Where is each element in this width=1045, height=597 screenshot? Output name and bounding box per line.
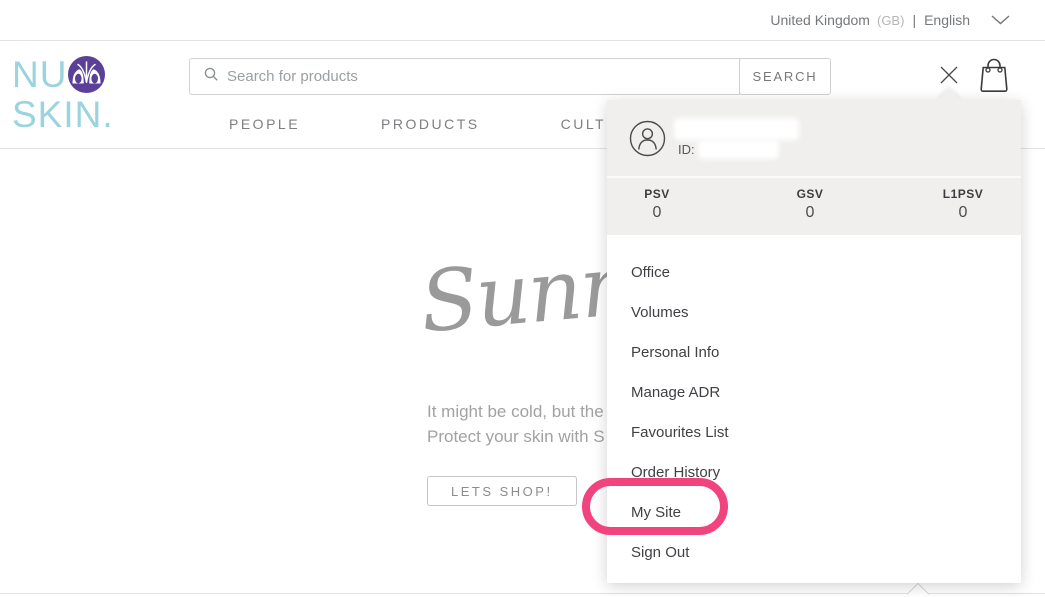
menu-item-volumes[interactable]: Volumes <box>607 293 1021 333</box>
logo-text-line1: NU <box>12 58 67 91</box>
menu-item-sign-out[interactable]: Sign Out <box>607 533 1021 573</box>
menu-item-order-history[interactable]: Order History <box>607 453 1021 493</box>
search-input[interactable] <box>227 68 739 85</box>
search-button[interactable]: SEARCH <box>739 58 831 95</box>
close-icon[interactable] <box>940 66 958 84</box>
page: United Kingdom (GB) | English NU <box>0 0 1045 597</box>
bottom-caret <box>907 583 930 597</box>
language-label: English <box>924 12 970 28</box>
account-dropdown: ID: PSV 0 GSV 0 L1PSV 0 Office Volumes P… <box>607 100 1021 583</box>
stat-l1psv-value: 0 <box>935 204 991 222</box>
nav-item-products[interactable]: PRODUCTS <box>381 116 480 132</box>
logo-text-line2: SKIN. <box>12 98 114 131</box>
stat-l1psv-label: L1PSV <box>935 187 991 201</box>
country-code-label: (GB) <box>877 13 904 28</box>
account-user-section: ID: <box>607 100 1021 178</box>
user-id-label: ID: <box>678 142 695 157</box>
stat-psv-value: 0 <box>629 204 685 222</box>
locale-separator: | <box>912 12 916 28</box>
stat-gsv: GSV 0 <box>782 187 838 235</box>
stat-psv: PSV 0 <box>629 187 685 235</box>
hero-description-line2: Protect your skin with S <box>427 424 605 449</box>
user-avatar-icon <box>629 120 666 162</box>
fountain-emblem-icon <box>68 56 105 98</box>
bottom-divider <box>0 593 1045 594</box>
menu-item-my-site[interactable]: My Site <box>607 493 1021 533</box>
chevron-down-icon[interactable] <box>991 15 1010 25</box>
stat-gsv-label: GSV <box>782 187 838 201</box>
lets-shop-button[interactable]: LETS SHOP! <box>427 476 577 506</box>
top-bar: United Kingdom (GB) | English <box>0 0 1045 41</box>
locale-selector[interactable]: United Kingdom (GB) | English <box>770 0 1010 40</box>
search-icon <box>204 67 218 86</box>
redacted-user-name <box>676 120 797 138</box>
main-nav: PEOPLE PRODUCTS CULTURE <box>229 116 643 132</box>
stat-gsv-value: 0 <box>782 204 838 222</box>
stat-psv-label: PSV <box>629 187 685 201</box>
volume-stats: PSV 0 GSV 0 L1PSV 0 <box>607 178 1021 235</box>
menu-item-personal-info[interactable]: Personal Info <box>607 333 1021 373</box>
menu-item-manage-adr[interactable]: Manage ADR <box>607 373 1021 413</box>
search-box <box>189 58 740 95</box>
hero-description-line1: It might be cold, but the <box>427 399 605 424</box>
country-label: United Kingdom <box>770 12 870 28</box>
redacted-user-id <box>700 142 777 157</box>
stat-l1psv: L1PSV 0 <box>935 187 991 235</box>
menu-item-favourites-list[interactable]: Favourites List <box>607 413 1021 453</box>
menu-item-office[interactable]: Office <box>607 253 1021 293</box>
hero-description: It might be cold, but the Protect your s… <box>427 399 605 449</box>
shopping-bag-icon[interactable] <box>977 57 1011 99</box>
nuskin-logo[interactable]: NU SKIN. <box>12 58 114 131</box>
nav-item-people[interactable]: PEOPLE <box>229 116 300 132</box>
account-menu-list: Office Volumes Personal Info Manage ADR … <box>607 235 1021 573</box>
